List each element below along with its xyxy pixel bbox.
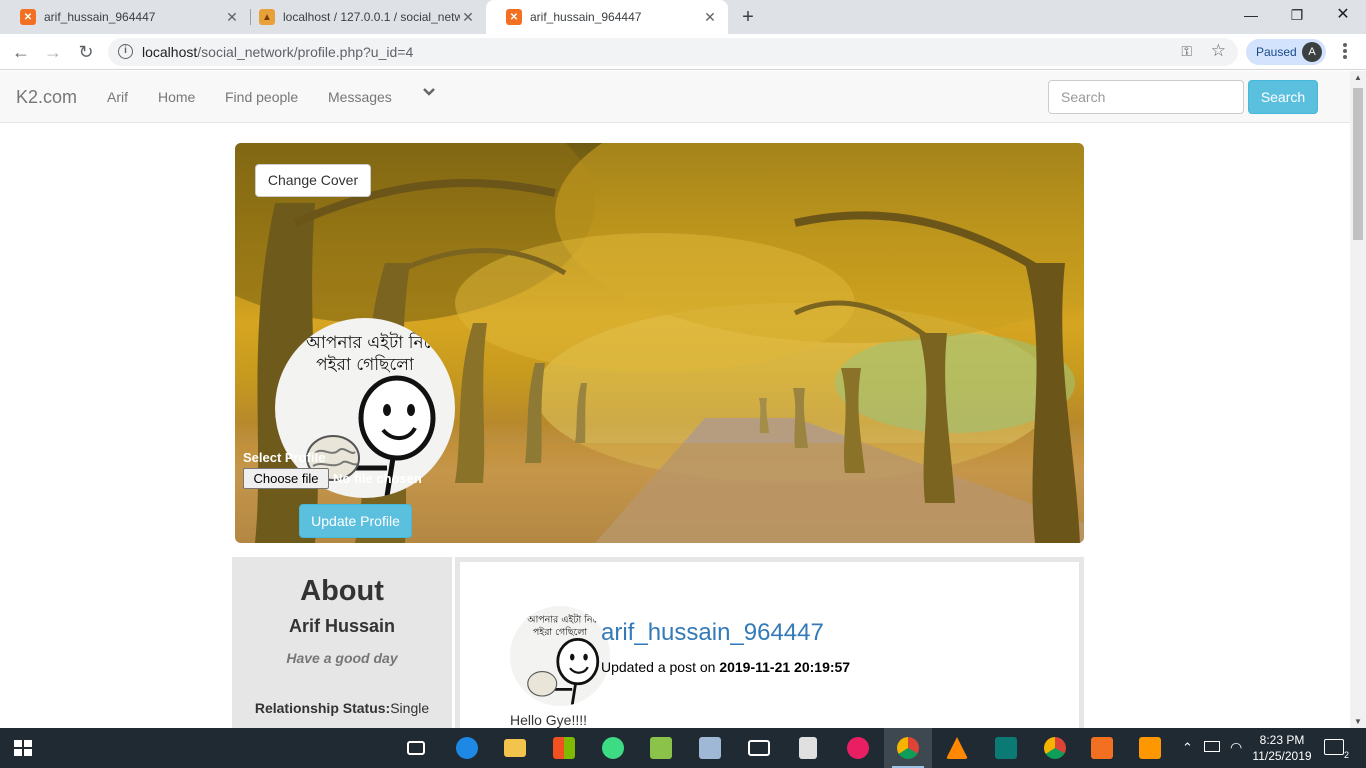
about-name: Arif Hussain (288, 616, 396, 636)
address-bar[interactable]: i localhost/social_network/profile.php?u… (108, 38, 1238, 66)
close-tab-icon[interactable]: ✕ (702, 9, 718, 26)
posts-panel: আপনার এইটা নিবে পইরা গেছিলো arif_hussain… (455, 557, 1084, 728)
browser-tab-1[interactable]: ✕ arif_hussain_964447 ✕ (0, 0, 250, 34)
xampp-icon: ✕ (20, 9, 36, 25)
tray-expand-icon[interactable]: ⌃ (1182, 740, 1193, 768)
about-heading: About (300, 575, 384, 607)
url-text[interactable]: localhost/social_network/profile.php?u_i… (142, 44, 413, 60)
tab-title: arif_hussain_964447 (44, 10, 156, 24)
new-tab-button[interactable]: + (736, 4, 760, 30)
sublime-icon[interactable] (1126, 728, 1174, 768)
url-host: localhost (142, 44, 198, 60)
post-card: আপনার এইটা নিবে পইরা গেছিলো arif_hussain… (460, 562, 1079, 728)
site-info-icon[interactable]: i (118, 44, 133, 59)
post-meta: Updated a post on 2019-11-21 20:19:57 (601, 659, 850, 675)
post-timestamp: 2019-11-21 20:19:57 (719, 659, 851, 675)
avatar-caption-2: পইরা গেছিলো (533, 627, 588, 638)
system-clock[interactable]: 8:23 PM 11/25/2019 (1252, 732, 1312, 764)
edge-icon[interactable] (443, 728, 491, 768)
relationship-value: Single (390, 700, 430, 716)
back-arrow-icon[interactable]: ← (8, 39, 34, 65)
meme-face-image: আপনার এইটা নিবে পইরা গেছিলো (526, 614, 602, 706)
chevron-down-icon[interactable] (422, 85, 436, 99)
forward-arrow-icon[interactable]: → (40, 39, 66, 65)
windows-start-icon[interactable] (14, 740, 32, 756)
wifi-icon[interactable]: ◠ (1230, 739, 1242, 768)
post-action-text: Updated a post on (601, 659, 720, 675)
avatar-caption-1: আপনার এইটা নিবে (305, 332, 440, 353)
close-tab-icon[interactable]: ✕ (460, 9, 476, 26)
about-panel: About Arif Hussain Have a good day Relat… (232, 557, 452, 728)
file-explorer-icon[interactable] (491, 728, 539, 768)
browser-tab-strip: ✕ arif_hussain_964447 ✕ ▲ localhost / 12… (0, 0, 1366, 34)
relationship-status: Relationship Status:Single (232, 700, 452, 716)
reload-icon[interactable]: ↻ (73, 39, 99, 65)
mail-icon[interactable] (735, 728, 783, 768)
restore-icon[interactable]: ❐ (1274, 0, 1320, 30)
nav-link-find-people[interactable]: Find people (225, 89, 298, 105)
profile-avatar: A (1302, 42, 1322, 62)
ps-icon[interactable] (982, 728, 1030, 768)
close-tab-icon[interactable]: ✕ (224, 9, 240, 26)
paint-icon[interactable] (834, 728, 882, 768)
clock-date: 11/25/2019 (1252, 749, 1312, 763)
scroll-up-icon[interactable]: ▲ (1354, 73, 1362, 82)
choose-file-button[interactable]: Choose file (243, 468, 329, 489)
site-navbar: K2.com Arif Home Find people Messages Se… (0, 71, 1350, 123)
xampp-icon: ✕ (506, 9, 522, 25)
battery-icon[interactable] (1204, 741, 1220, 752)
windows-taskbar: ⌃ ◠ 8:23 PM 11/25/2019 2 (0, 728, 1366, 768)
about-motto: Have a good day (286, 650, 398, 666)
profile-status: Paused (1256, 45, 1297, 59)
page-viewport: K2.com Arif Home Find people Messages Se… (0, 71, 1350, 728)
select-profile-label: Select Profile (243, 450, 326, 465)
chrome-icon[interactable] (1031, 728, 1079, 768)
key-icon[interactable]: ⚿ (1181, 43, 1192, 60)
store-icon[interactable] (540, 728, 588, 768)
nav-link-profile[interactable]: Arif (107, 89, 128, 105)
browser-tab-2[interactable]: ▲ localhost / 127.0.0.1 / social_netw ✕ (239, 0, 486, 34)
task-view-icon[interactable] (392, 728, 440, 768)
chrome-menu-icon[interactable] (1340, 42, 1350, 62)
nav-link-home[interactable]: Home (158, 89, 195, 105)
tab-title: arif_hussain_964447 (530, 10, 642, 24)
xampp-icon[interactable] (1078, 728, 1126, 768)
clock-time: 8:23 PM (1259, 733, 1305, 747)
post-username-link[interactable]: arif_hussain_964447 (601, 619, 824, 647)
avatar-caption-1: আপনার এইটা নিবে (526, 614, 602, 626)
calculator-icon[interactable] (784, 728, 832, 768)
minimize-icon[interactable]: — (1228, 0, 1274, 30)
post-avatar: আপনার এইটা নিবে পইরা গেছিলো (510, 606, 610, 706)
browser-toolbar: ← → ↻ i localhost/social_network/profile… (0, 34, 1366, 70)
search-input[interactable] (1048, 80, 1244, 114)
tab-title: localhost / 127.0.0.1 / social_netw (283, 10, 460, 24)
no-file-chosen-text: No file chosen (333, 471, 422, 486)
bookmark-star-icon[interactable]: ☆ (1211, 41, 1226, 61)
nav-link-messages[interactable]: Messages (328, 89, 392, 105)
phpmyadmin-icon: ▲ (259, 9, 275, 25)
vlc-icon[interactable] (933, 728, 981, 768)
scrollbar-thumb[interactable] (1353, 88, 1363, 240)
notepad-icon[interactable] (637, 728, 685, 768)
cover-photo: Change Cover আপনার এইটা নিবে পইরা গেছিলো… (235, 143, 1084, 543)
brand-link[interactable]: K2.com (16, 87, 77, 108)
virtualbox-icon[interactable] (686, 728, 734, 768)
url-path: /social_network/profile.php?u_id=4 (197, 44, 414, 60)
chrome-icon[interactable] (884, 728, 932, 768)
update-profile-button[interactable]: Update Profile (299, 504, 412, 538)
search-button[interactable]: Search (1248, 80, 1318, 114)
android-studio-icon[interactable] (589, 728, 637, 768)
relationship-label: Relationship Status: (254, 700, 391, 716)
profile-paused-chip[interactable]: Paused A (1246, 39, 1326, 65)
browser-tab-3-active[interactable]: ✕ arif_hussain_964447 ✕ (486, 0, 728, 34)
avatar-caption-2: পইরা গেছিলো (316, 354, 415, 375)
scroll-down-icon[interactable]: ▼ (1354, 717, 1362, 726)
page-scrollbar[interactable]: ▲ ▼ (1350, 71, 1366, 728)
post-body: Hello Gye!!!! (510, 712, 588, 728)
notification-count: 2 (1343, 750, 1349, 760)
change-cover-button[interactable]: Change Cover (255, 164, 371, 197)
notification-icon[interactable]: 2 (1324, 739, 1349, 760)
close-window-icon[interactable]: ✕ (1320, 0, 1366, 30)
